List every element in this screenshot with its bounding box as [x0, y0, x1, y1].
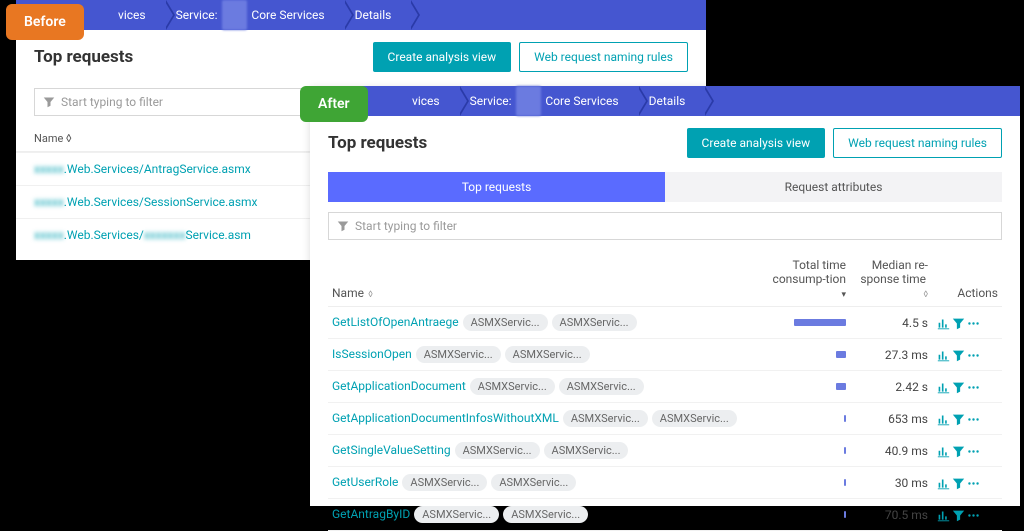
- filter-icon[interactable]: [952, 349, 965, 362]
- col-actions: Actions: [932, 252, 1002, 307]
- chart-icon[interactable]: [937, 317, 950, 330]
- row-actions: [932, 339, 1002, 371]
- filter-input[interactable]: Start typing to filter: [328, 212, 1002, 240]
- request-link[interactable]: GetApplicationDocumentInfosWithoutXML: [332, 411, 559, 425]
- response-time: 27.3 ms: [850, 339, 932, 371]
- breadcrumb: vices Service:xxxCore Services Details: [16, 0, 706, 30]
- breadcrumb: vices Service:xxxCore Services Details: [310, 86, 1020, 116]
- filter-placeholder: Start typing to filter: [355, 219, 457, 233]
- filter-icon[interactable]: [952, 477, 965, 490]
- more-icon[interactable]: [967, 381, 980, 394]
- more-icon[interactable]: [967, 445, 980, 458]
- row-actions: [932, 403, 1002, 435]
- request-link[interactable]: IsSessionOpen: [332, 347, 412, 361]
- time-bar: [836, 351, 846, 358]
- create-analysis-button[interactable]: Create analysis view: [373, 42, 512, 72]
- request-link[interactable]: GetApplicationDocument: [332, 379, 466, 393]
- time-bar: [844, 511, 846, 518]
- filter-icon[interactable]: [952, 509, 965, 522]
- table-row: GetApplicationDocument ASMXServic...ASMXS…: [328, 371, 1002, 403]
- time-bar: [794, 319, 846, 326]
- filter-icon[interactable]: [952, 413, 965, 426]
- service-tag[interactable]: ASMXServic...: [455, 442, 540, 459]
- service-tag[interactable]: ASMXServic...: [559, 378, 644, 395]
- service-tag[interactable]: ASMXServic...: [414, 506, 499, 523]
- service-tag[interactable]: ASMXServic...: [552, 314, 637, 331]
- filter-icon[interactable]: [952, 381, 965, 394]
- table-row: GetSingleValueSetting ASMXServic...ASMXSe…: [328, 435, 1002, 467]
- time-bar: [844, 479, 846, 486]
- table-row: GetUserRole ASMXServic...ASMXServic... 30 …: [328, 467, 1002, 499]
- naming-rules-button[interactable]: Web request naming rules: [833, 128, 1002, 158]
- request-link[interactable]: GetAntragByID: [332, 507, 410, 521]
- table-row: GetApplicationDocumentInfosWithoutXML ASM…: [328, 403, 1002, 435]
- filter-icon: [337, 220, 349, 232]
- chart-icon[interactable]: [937, 349, 950, 362]
- more-icon[interactable]: [967, 317, 980, 330]
- more-icon[interactable]: [967, 509, 980, 522]
- crumb-service[interactable]: Service:xxxCore Services: [458, 86, 637, 116]
- requests-table: Name ◊ Total time consump-tion Median re…: [328, 252, 1002, 531]
- table-row: IsSessionOpen ASMXServic...ASMXServic... 2…: [328, 339, 1002, 371]
- response-time: 30 ms: [850, 467, 932, 499]
- table-row: GetAntragByID ASMXServic...ASMXServic... 7…: [328, 499, 1002, 531]
- service-tag[interactable]: ASMXServic...: [652, 410, 737, 427]
- service-tag[interactable]: ASMXServic...: [563, 410, 648, 427]
- time-bar: [844, 447, 846, 454]
- filter-icon[interactable]: [952, 445, 965, 458]
- row-actions: [932, 467, 1002, 499]
- chart-icon[interactable]: [937, 477, 950, 490]
- service-tag[interactable]: ASMXServic...: [505, 346, 590, 363]
- request-link[interactable]: GetUserRole: [332, 475, 398, 489]
- after-panel: vices Service:xxxCore Services Details T…: [310, 86, 1020, 506]
- more-icon[interactable]: [967, 349, 980, 362]
- service-tag[interactable]: ASMXServic...: [491, 474, 576, 491]
- naming-rules-button[interactable]: Web request naming rules: [519, 42, 688, 72]
- request-link[interactable]: GetListOfOpenAntraege: [332, 315, 459, 329]
- response-time: 2.42 s: [850, 371, 932, 403]
- after-badge: After: [300, 86, 368, 122]
- page-title: Top requests: [328, 133, 427, 153]
- chart-icon[interactable]: [937, 509, 950, 522]
- time-bar: [836, 383, 846, 390]
- filter-icon: [43, 96, 55, 108]
- response-time: 40.9 ms: [850, 435, 932, 467]
- time-bar: [844, 415, 846, 422]
- crumb-service[interactable]: Service:xxxCore Services: [164, 0, 343, 30]
- service-tag[interactable]: ASMXServic...: [463, 314, 548, 331]
- tab-request-attributes[interactable]: Request attributes: [665, 172, 1002, 202]
- create-analysis-button[interactable]: Create analysis view: [687, 128, 826, 158]
- crumb-services[interactable]: vices: [400, 86, 458, 116]
- row-actions: [932, 435, 1002, 467]
- chart-icon[interactable]: [937, 381, 950, 394]
- col-name[interactable]: Name ◊: [328, 252, 768, 307]
- request-link[interactable]: GetSingleValueSetting: [332, 443, 451, 457]
- service-tag[interactable]: ASMXServic...: [402, 474, 487, 491]
- more-icon[interactable]: [967, 413, 980, 426]
- row-actions: [932, 371, 1002, 403]
- service-tag[interactable]: ASMXServic...: [544, 442, 629, 459]
- service-tag[interactable]: ASMXServic...: [416, 346, 501, 363]
- table-row: GetListOfOpenAntraege ASMXServic...ASMXSe…: [328, 307, 1002, 339]
- chart-icon[interactable]: [937, 445, 950, 458]
- more-icon[interactable]: [967, 477, 980, 490]
- response-time: 70.5 ms: [850, 499, 932, 531]
- page-title: Top requests: [34, 47, 133, 67]
- row-actions: [932, 307, 1002, 339]
- crumb-services[interactable]: vices: [106, 0, 164, 30]
- col-total-time[interactable]: Total time consump-tion: [768, 252, 850, 307]
- chart-icon[interactable]: [937, 413, 950, 426]
- tab-top-requests[interactable]: Top requests: [328, 172, 665, 202]
- col-median[interactable]: Median re-sponse time ◊: [850, 252, 932, 307]
- row-actions: [932, 499, 1002, 531]
- before-badge: Before: [6, 4, 84, 40]
- response-time: 4.5 s: [850, 307, 932, 339]
- service-tag[interactable]: ASMXServic...: [470, 378, 555, 395]
- response-time: 653 ms: [850, 403, 932, 435]
- service-tag[interactable]: ASMXServic...: [503, 506, 588, 523]
- filter-icon[interactable]: [952, 317, 965, 330]
- tabs: Top requests Request attributes: [328, 172, 1002, 202]
- filter-placeholder: Start typing to filter: [61, 95, 163, 109]
